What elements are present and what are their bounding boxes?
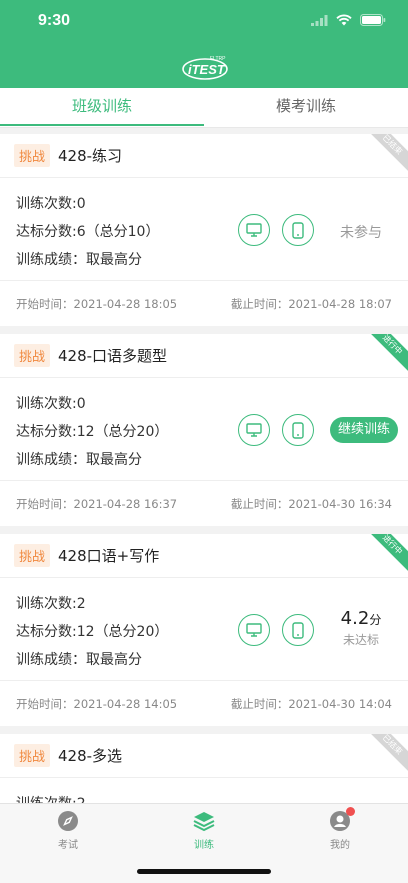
grade-rule: 训练成绩：取最高分 [16,652,142,668]
mobile-mode-button[interactable] [282,214,314,246]
challenge-tag: 挑战 [14,544,51,567]
phone-icon [292,221,304,239]
tab-class-training[interactable]: 班级训练 [0,88,204,127]
card-title: 428-多选 [58,747,123,765]
phone-icon [292,421,304,439]
card-footer: 开始时间：2021-04-28 18:05 截止时间：2021-04-28 18… [0,281,408,326]
tabbar-label: 我的 [330,840,350,851]
score-display: 4.2分 未达标 [336,608,386,648]
card-title: 428-口语多题型 [58,347,168,365]
top-tabs: 班级训练 模考训练 [0,88,408,128]
continue-training-button[interactable]: 继续训练 [330,417,399,443]
card-header: 挑战 428口语+写作 [0,534,408,578]
signal-icon [311,14,328,26]
monitor-icon [246,623,262,637]
training-card[interactable]: 进行中 挑战 428口语+写作 训练次数:2 达标分数:12（总分20） 训练成… [0,534,408,726]
phone-icon [292,621,304,639]
card-footer: 开始时间：2021-04-28 14:05 截止时间：2021-04-30 14… [0,681,408,726]
training-list[interactable]: 已结束 挑战 428-练习 训练次数:0 达标分数:6（总分10） 训练成绩：取… [0,134,408,803]
training-card[interactable]: 已结束 挑战 428-练习 训练次数:0 达标分数:6（总分10） 训练成绩：取… [0,134,408,326]
card-body: 训练次数:0 达标分数:6（总分10） 训练成绩：取最高分 未参与 [0,178,408,281]
tab-mock-training[interactable]: 模考训练 [204,88,408,127]
monitor-icon [246,423,262,437]
itest-logo: iTEST FLTRP [182,56,228,80]
mobile-mode-button[interactable] [282,414,314,446]
score-value: 4.2 [340,608,370,629]
wifi-icon [336,14,352,26]
end-time: 截止时间：2021-04-30 14:04 [230,696,392,711]
card-title: 428口语+写作 [58,547,160,565]
status-icons [311,14,386,26]
tabbar-label: 训练 [194,840,214,851]
home-indicator [137,869,271,874]
svg-text:iTEST: iTEST [188,62,226,77]
training-card[interactable]: 进行中 挑战 428-口语多题型 训练次数:0 达标分数:12（总分20） 训练… [0,334,408,526]
challenge-tag: 挑战 [14,744,51,767]
tabbar-item-training[interactable]: 训练 [174,810,234,851]
score-unit: 分 [369,613,382,627]
battery-icon [360,14,386,26]
not-joined-text: 未参与 [340,225,382,241]
card-body: 训练次数:2 达标分数:12（总分20） 训练成绩：取最高分 4.2分 未达标 [0,578,408,681]
tab-indicator [0,124,204,126]
svg-text:FLTRP: FLTRP [210,56,226,62]
grade-rule: 训练成绩：取最高分 [16,452,142,468]
pc-mode-button[interactable] [238,214,270,246]
card-body: 训练次数:2 [0,778,408,803]
card-header: 挑战 428-练习 [0,134,408,178]
pass-score: 达标分数:6（总分10） [16,224,160,240]
tabbar-item-exam[interactable]: 考试 [38,810,98,851]
start-time: 开始时间：2021-04-28 14:05 [16,696,178,711]
user-icon [329,807,355,832]
score-status: 未达标 [342,633,379,647]
card-header: 挑战 428-口语多题型 [0,334,408,378]
monitor-icon [246,223,262,237]
training-count: 训练次数:0 [16,396,86,412]
mobile-mode-button[interactable] [282,614,314,646]
notification-dot [346,807,355,816]
grade-rule: 训练成绩：取最高分 [16,252,142,268]
tabbar-label: 考试 [58,840,78,851]
challenge-tag: 挑战 [14,344,51,367]
pc-mode-button[interactable] [238,414,270,446]
end-time: 截止时间：2021-04-30 16:34 [230,496,392,511]
app-header: 9:30 iTEST FLTRP [0,0,408,88]
challenge-tag: 挑战 [14,144,51,167]
card-header: 挑战 428-多选 [0,734,408,778]
compass-icon [57,810,79,832]
card-body: 训练次数:0 达标分数:12（总分20） 训练成绩：取最高分 继续训练 [0,378,408,481]
layers-icon [193,810,215,832]
start-time: 开始时间：2021-04-28 16:37 [16,496,178,511]
training-card[interactable]: 已结束 挑战 428-多选 训练次数:2 [0,734,408,803]
card-title: 428-练习 [58,147,123,165]
tabbar-item-mine[interactable]: 我的 [310,807,370,851]
start-time: 开始时间：2021-04-28 18:05 [16,296,178,311]
training-count: 训练次数:2 [16,790,392,803]
pc-mode-button[interactable] [238,614,270,646]
status-time: 9:30 [38,12,71,29]
card-footer: 开始时间：2021-04-28 16:37 截止时间：2021-04-30 16… [0,481,408,526]
training-count: 训练次数:0 [16,196,86,212]
end-time: 截止时间：2021-04-28 18:07 [230,296,392,311]
